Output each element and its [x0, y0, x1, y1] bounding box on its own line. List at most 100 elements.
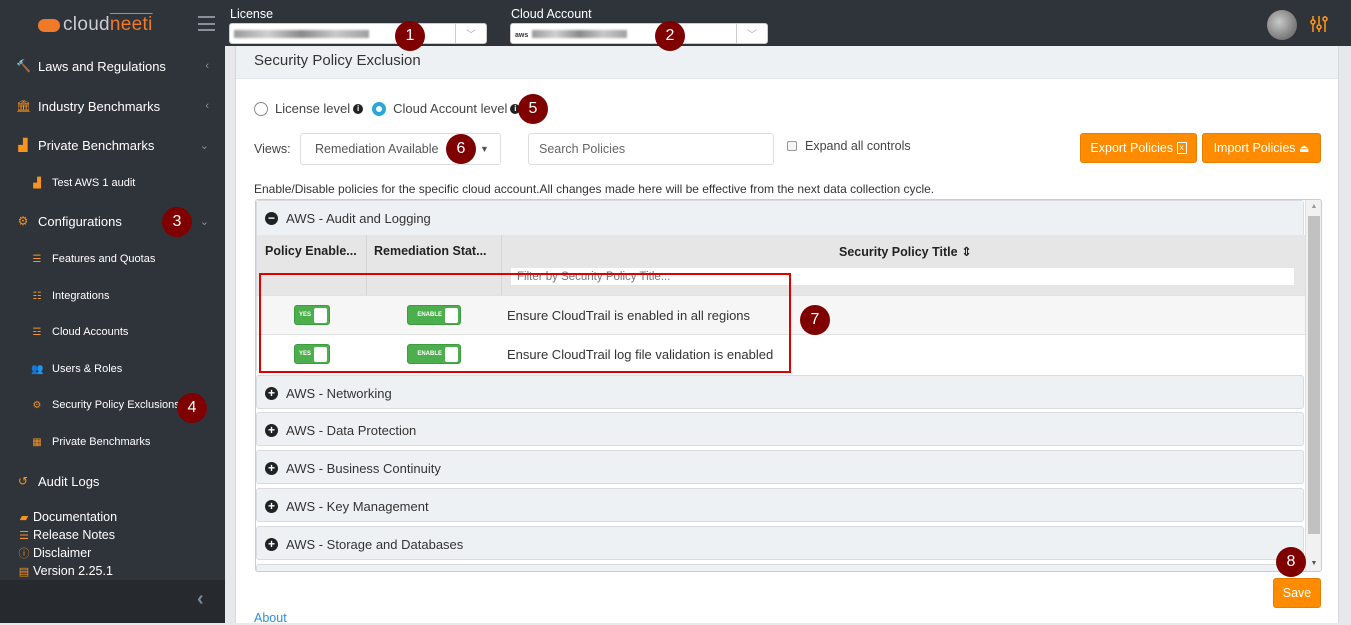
sidebar-item-industry-benchmarks[interactable]: 🏛 Industry Benchmarks ‹	[0, 88, 225, 124]
exclamation-circle-icon: ⓘ	[18, 548, 30, 560]
qrcode-icon: ▦	[32, 436, 42, 448]
logo-text-neeti: neeti	[109, 14, 153, 35]
top-bar: License ﹀ Cloud Account aws ﹀	[225, 0, 1351, 46]
import-policies-button[interactable]: Import Policies ⏏	[1202, 133, 1321, 163]
annotation-badge: 5	[518, 94, 548, 124]
annotation-badge: 7	[800, 305, 830, 335]
policy-group-networking[interactable]: + AWS - Networking	[256, 375, 1304, 409]
users-icon: 👥	[31, 363, 44, 375]
chevron-left-icon: ‹	[205, 100, 209, 112]
caret-down-icon: ▼	[480, 144, 489, 154]
disclaimer-link[interactable]: ⓘ Disclaimer	[18, 544, 92, 562]
upload-icon: ⏏	[1299, 142, 1310, 155]
group-header[interactable]: − AWS - Audit and Logging	[257, 201, 1303, 235]
expand-plus-icon: +	[265, 499, 278, 513]
file-excel-icon: x	[1176, 142, 1187, 154]
search-policies-input[interactable]	[528, 133, 774, 165]
scroll-down-arrow-icon[interactable]: ▼	[1306, 557, 1321, 571]
cloudneeti-logo[interactable]: cloud neeti	[38, 13, 153, 37]
license-level-radio[interactable]	[254, 101, 268, 116]
documentation-link[interactable]: ▰ Documentation	[18, 508, 117, 526]
sidebar-item-audit-logs[interactable]: ↺ Audit Logs	[0, 463, 225, 499]
expand-plus-icon: +	[265, 537, 278, 551]
policy-group-data-protection[interactable]: + AWS - Data Protection	[256, 412, 1304, 446]
logo-cloud-icon	[38, 18, 60, 32]
highlight-box	[259, 273, 791, 373]
policy-group-storage-and-databases[interactable]: + AWS - Storage and Databases	[256, 526, 1304, 560]
sidebar-item-laws-and-regulations[interactable]: 🔨 Laws and Regulations ‹	[0, 48, 225, 84]
exclusion-level-radio-group: License level i Cloud Account level i	[254, 101, 529, 116]
policy-group-key-management[interactable]: + AWS - Key Management	[256, 488, 1304, 522]
list-icon: ☰	[32, 253, 42, 265]
expand-plus-icon: +	[265, 423, 278, 437]
page-header: Security Policy Exclusion	[236, 46, 1338, 79]
user-avatar[interactable]	[1267, 10, 1297, 40]
gavel-icon: 🔨	[16, 59, 31, 73]
expand-plus-icon: +	[265, 386, 278, 400]
chevron-down-icon: ⌄	[199, 139, 209, 152]
sliders-icon[interactable]	[1309, 14, 1329, 34]
chevron-down-icon: ﹀	[736, 24, 767, 43]
license-level-label: License level	[275, 101, 351, 116]
policy-group-business-continuity[interactable]: + AWS - Business Continuity	[256, 450, 1304, 484]
cogs-icon: ⚙	[32, 399, 42, 411]
list-icon: ☰	[19, 529, 29, 542]
scroll-thumb[interactable]	[1308, 216, 1320, 534]
chevron-left-icon: ‹	[205, 60, 209, 72]
gear-icon: ⚙	[17, 214, 29, 228]
menu-toggle-icon[interactable]	[198, 16, 215, 31]
th-list-icon: ☷	[32, 290, 42, 302]
policy-group-partial[interactable]	[256, 564, 1304, 571]
sidebar-footer: ‹	[0, 580, 225, 623]
expand-all-controls: Expand all controls	[787, 139, 911, 153]
scroll-up-arrow-icon[interactable]: ▲	[1306, 200, 1321, 214]
cloud-account-level-label: Cloud Account level	[393, 101, 508, 116]
list-alt-icon: ☲	[32, 326, 42, 338]
release-notes-link[interactable]: ☰ Release Notes	[18, 526, 115, 544]
sidebar-subitem-cloud-accounts[interactable]: ☲ Cloud Accounts	[0, 317, 225, 347]
logo-text-cloud: cloud	[63, 14, 110, 35]
sidebar-subitem-test-aws-1-audit[interactable]: ▟ Test AWS 1 audit	[0, 168, 225, 198]
views-label: Views:	[254, 142, 291, 156]
sort-icon[interactable]: ⇕	[961, 245, 971, 259]
collapse-sidebar-icon[interactable]: ‹	[197, 588, 204, 611]
aws-icon: aws	[515, 31, 529, 39]
history-icon: ↺	[17, 474, 29, 488]
info-icon[interactable]: i	[353, 103, 364, 114]
cloud-account-label: Cloud Account	[511, 7, 592, 21]
sidebar-subitem-users-and-roles[interactable]: 👥 Users & Roles	[0, 354, 225, 384]
annotation-badge: 3	[162, 207, 192, 237]
sidebar-subitem-features-and-quotas[interactable]: ☰ Features and Quotas	[0, 244, 225, 274]
version-link[interactable]: ▤ Version 2.25.1	[18, 562, 113, 580]
chevron-down-icon: ⌄	[199, 215, 209, 228]
sidebar-subitem-integrations[interactable]: ☷ Integrations	[0, 281, 225, 311]
help-text: Enable/Disable policies for the specific…	[254, 182, 935, 196]
sidebar-item-private-benchmarks[interactable]: ▟ Private Benchmarks ⌄	[0, 127, 225, 163]
book-icon: ▰	[19, 511, 29, 524]
sidebar: cloud neeti 🔨 Laws and Regulations ‹ 🏛 In…	[0, 0, 225, 623]
annotation-badge: 8	[1276, 547, 1306, 577]
bar-chart-icon: ▟	[18, 138, 28, 152]
expand-plus-icon: +	[265, 461, 278, 475]
annotation-badge: 2	[655, 21, 685, 51]
annotation-badge: 1	[395, 21, 425, 51]
bar-chart-icon: ▟	[33, 177, 41, 189]
chevron-down-icon: ﹀	[455, 24, 486, 43]
page-title: Security Policy Exclusion	[254, 52, 421, 69]
collapse-minus-icon: −	[265, 211, 278, 225]
expand-all-label: Expand all controls	[805, 139, 911, 153]
bank-icon: 🏛	[16, 99, 32, 113]
license-select[interactable]: ﹀	[229, 23, 487, 44]
expand-all-checkbox[interactable]	[787, 141, 797, 151]
cloud-account-select[interactable]: aws ﹀	[510, 23, 768, 44]
cloud-account-level-radio[interactable]	[372, 101, 387, 116]
save-button[interactable]: Save	[1273, 578, 1321, 608]
sidebar-subitem-private-benchmarks[interactable]: ▦ Private Benchmarks	[0, 427, 225, 457]
panel-scrollbar[interactable]: ▲ ▼	[1305, 200, 1321, 571]
annotation-badge: 6	[446, 134, 476, 164]
license-label: License	[230, 7, 274, 21]
terminal-icon: ▤	[18, 565, 30, 578]
policy-groups-panel: − AWS - Audit and Logging Policy Enable.…	[255, 199, 1322, 572]
export-policies-button[interactable]: Export Policies x	[1080, 133, 1197, 163]
annotation-badge: 4	[177, 393, 207, 423]
